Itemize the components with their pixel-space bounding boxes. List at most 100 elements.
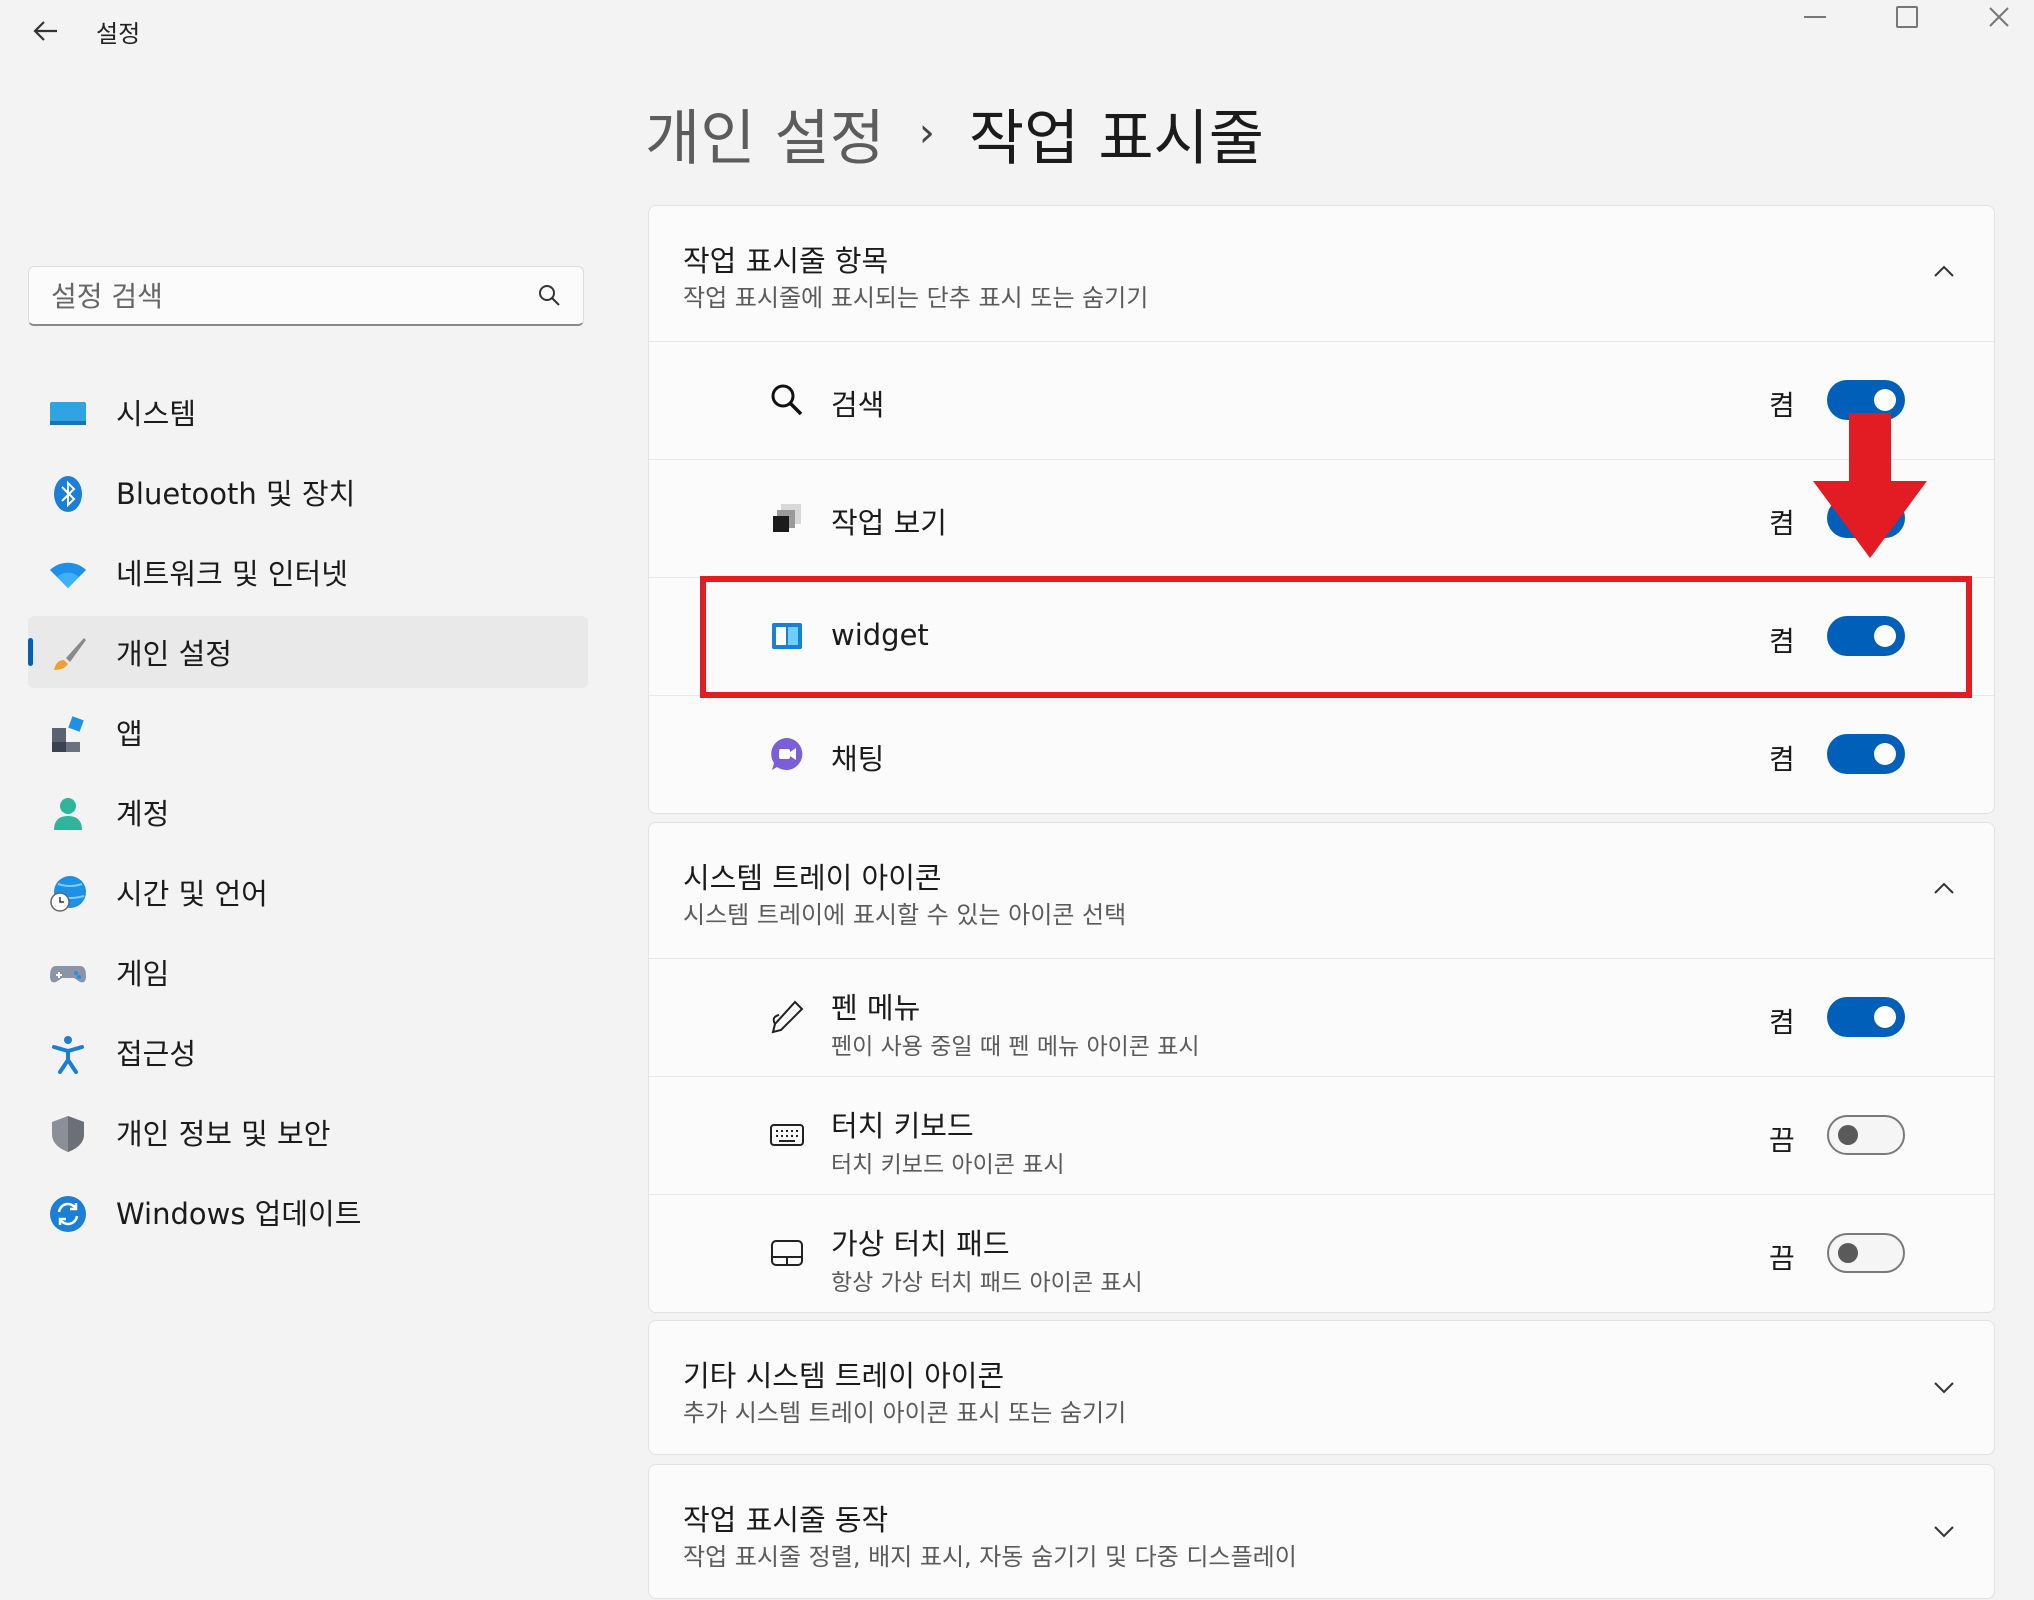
keyboard-icon	[770, 1124, 804, 1146]
sidebar-item-system[interactable]: 시스템	[28, 376, 588, 448]
shield-icon	[52, 1116, 84, 1152]
annotation-highlight-box	[700, 576, 1972, 698]
tray-item-virtual-touchpad: 가상 터치 패드 항상 가상 터치 패드 아이콘 표시 끔	[649, 1195, 1994, 1312]
tray-item-touch-keyboard: 터치 키보드 터치 키보드 아이콘 표시 끔	[649, 1077, 1994, 1195]
toggle-state-text: 끔	[1769, 1242, 1795, 1275]
sidebar-item-windows-update[interactable]: Windows 업데이트	[28, 1176, 588, 1248]
taskbar-item-task-view: 작업 보기 켬	[649, 460, 1994, 578]
display-icon	[50, 402, 86, 425]
other-tray-section[interactable]: 기타 시스템 트레이 아이콘 추가 시스템 트레이 아이콘 표시 또는 숨기기	[648, 1320, 1995, 1455]
section-title: 시스템 트레이 아이콘	[683, 861, 942, 895]
search-box[interactable]	[28, 266, 584, 326]
chevron-up-icon[interactable]	[1930, 258, 1958, 286]
sidebar-item-label: Windows 업데이트	[116, 1197, 362, 1231]
virtual-touchpad-toggle[interactable]	[1827, 1233, 1905, 1273]
breadcrumb: 개인 설정 › 작업 표시줄	[645, 88, 1264, 178]
touch-keyboard-toggle[interactable]	[1827, 1115, 1905, 1155]
update-icon	[50, 1196, 86, 1232]
close-icon	[1989, 7, 2009, 27]
wifi-icon	[50, 562, 86, 588]
paintbrush-icon	[54, 638, 86, 670]
section-header[interactable]: 작업 표시줄 동작 작업 표시줄 정렬, 배지 표시, 자동 숨기기 및 다중 …	[649, 1465, 1994, 1600]
sidebar-item-gaming[interactable]: 게임	[28, 936, 588, 1008]
chevron-down-icon[interactable]	[1930, 1373, 1958, 1401]
sidebar-item-label: 개인 설정	[116, 637, 232, 671]
toggle-knob	[1874, 389, 1896, 411]
maximize-icon	[1896, 6, 1918, 28]
sidebar-item-accessibility[interactable]: 접근성	[28, 1016, 588, 1088]
sidebar-item-apps[interactable]: 앱	[28, 696, 588, 768]
breadcrumb-parent[interactable]: 개인 설정	[645, 90, 885, 177]
taskbar-behavior-section[interactable]: 작업 표시줄 동작 작업 표시줄 정렬, 배지 표시, 자동 숨기기 및 다중 …	[648, 1464, 1995, 1599]
pen-menu-toggle[interactable]	[1827, 997, 1905, 1037]
chat-toggle[interactable]	[1827, 734, 1905, 774]
taskbar-item-search: 검색 켬	[649, 342, 1994, 460]
chat-icon	[771, 738, 803, 770]
sidebar-item-label: 시스템	[116, 397, 197, 431]
section-subtitle: 시스템 트레이에 표시할 수 있는 아이콘 선택	[683, 901, 1127, 929]
sidebar-item-label: Bluetooth 및 장치	[116, 477, 356, 511]
sidebar-nav: 시스템 Bluetooth 및 장치 네트워크 및 인터넷 개인 설정 앱 계정…	[28, 376, 588, 1256]
search-icon[interactable]	[537, 283, 561, 307]
sidebar-item-label: 개인 정보 및 보안	[116, 1117, 331, 1151]
row-label: 가상 터치 패드	[831, 1227, 1010, 1261]
chevron-up-icon[interactable]	[1930, 875, 1958, 903]
sidebar-item-label: 게임	[116, 957, 170, 991]
row-label: 터치 키보드	[831, 1109, 974, 1143]
touchpad-icon	[771, 1240, 803, 1266]
section-header[interactable]: 기타 시스템 트레이 아이콘 추가 시스템 트레이 아이콘 표시 또는 숨기기	[649, 1321, 1994, 1456]
section-subtitle: 작업 표시줄 정렬, 배지 표시, 자동 숨기기 및 다중 디스플레이	[683, 1543, 1297, 1571]
sidebar-item-label: 시간 및 언어	[116, 877, 268, 911]
row-label: 검색	[831, 388, 885, 422]
row-label: 채팅	[831, 742, 885, 776]
sidebar-item-accounts[interactable]: 계정	[28, 776, 588, 848]
system-tray-section: 시스템 트레이 아이콘 시스템 트레이에 표시할 수 있는 아이콘 선택 펜 메…	[648, 822, 1995, 1313]
row-label: 펜 메뉴	[831, 991, 921, 1025]
section-header[interactable]: 시스템 트레이 아이콘 시스템 트레이에 표시할 수 있는 아이콘 선택	[649, 823, 1994, 959]
apps-icon	[52, 716, 84, 752]
sidebar-item-time-language[interactable]: 시간 및 언어	[28, 856, 588, 928]
gamepad-icon	[50, 966, 86, 983]
row-description: 항상 가상 터치 패드 아이콘 표시	[831, 1270, 1143, 1296]
task-view-icon	[773, 504, 801, 532]
toggle-state-text: 켬	[1769, 507, 1795, 540]
minimize-button[interactable]	[1770, 0, 1860, 40]
sidebar-item-label: 접근성	[116, 1037, 197, 1071]
sidebar-item-network[interactable]: 네트워크 및 인터넷	[28, 536, 588, 608]
sidebar-item-label: 네트워크 및 인터넷	[116, 557, 348, 591]
toggle-knob	[1874, 1006, 1896, 1028]
accessibility-icon	[52, 1036, 84, 1074]
arrow-left-icon	[33, 21, 57, 41]
title-bar: 설정	[0, 0, 2034, 64]
section-title: 작업 표시줄 동작	[683, 1503, 889, 1537]
close-button[interactable]	[1954, 0, 2034, 40]
globe-clock-icon	[50, 876, 86, 912]
page-title: 작업 표시줄	[968, 103, 1264, 174]
sidebar-item-personalization[interactable]: 개인 설정	[28, 616, 588, 688]
sidebar-item-privacy[interactable]: 개인 정보 및 보안	[28, 1096, 588, 1168]
pen-icon	[771, 1000, 804, 1034]
chevron-down-icon[interactable]	[1930, 1517, 1958, 1545]
taskbar-items-section: 작업 표시줄 항목 작업 표시줄에 표시되는 단추 표시 또는 숨기기 검색 켬…	[648, 205, 1995, 814]
tray-item-pen-menu: 펜 메뉴 펜이 사용 중일 때 펜 메뉴 아이콘 표시 켬	[649, 959, 1994, 1077]
sidebar-item-label: 계정	[116, 797, 170, 831]
taskbar-item-chat: 채팅 켬	[649, 696, 1994, 813]
back-button[interactable]	[24, 10, 66, 52]
account-icon	[54, 798, 82, 830]
search-input[interactable]	[49, 267, 533, 325]
section-subtitle: 작업 표시줄에 표시되는 단추 표시 또는 숨기기	[683, 284, 1149, 312]
section-subtitle: 추가 시스템 트레이 아이콘 표시 또는 숨기기	[683, 1399, 1127, 1427]
search-icon	[771, 384, 803, 416]
bluetooth-icon	[54, 476, 82, 512]
sidebar-item-label: 앱	[116, 717, 143, 751]
maximize-button[interactable]	[1862, 0, 1952, 40]
section-header[interactable]: 작업 표시줄 항목 작업 표시줄에 표시되는 단추 표시 또는 숨기기	[649, 206, 1994, 342]
active-indicator	[28, 638, 33, 666]
row-label: 작업 보기	[831, 506, 947, 540]
section-title: 기타 시스템 트레이 아이콘	[683, 1359, 1005, 1393]
toggle-knob	[1874, 743, 1896, 765]
toggle-state-text: 켬	[1769, 1006, 1795, 1039]
row-description: 펜이 사용 중일 때 펜 메뉴 아이콘 표시	[831, 1034, 1200, 1060]
sidebar-item-bluetooth[interactable]: Bluetooth 및 장치	[28, 456, 588, 528]
toggle-knob	[1838, 1243, 1858, 1263]
